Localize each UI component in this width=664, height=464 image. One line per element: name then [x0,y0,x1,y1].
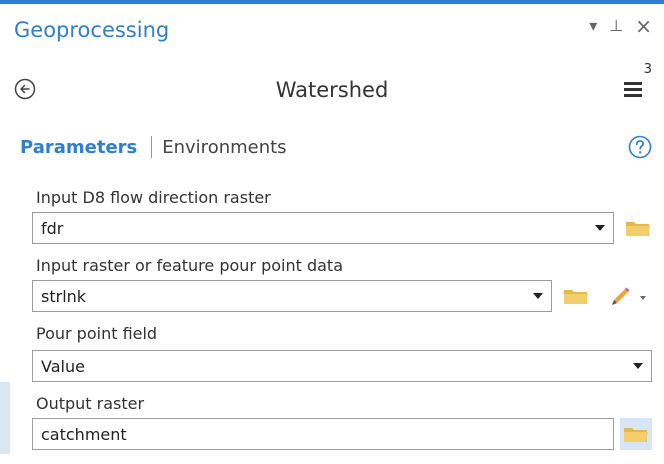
pencil-icon [612,287,630,305]
param-label-output-raster: Output raster [36,394,145,413]
pane-controls: ▾ ⊥ × [589,16,652,36]
chevron-down-icon [533,293,543,299]
pour-point-data-dropdown[interactable]: strlnk [32,280,552,312]
param-label-flow-direction: Input D8 flow direction raster [36,188,271,207]
tab-environments[interactable]: Environments [162,137,286,158]
help-button[interactable] [628,135,652,159]
folder-icon [626,222,650,236]
close-icon[interactable]: × [635,16,652,36]
tab-parameters[interactable]: Parameters [20,137,137,158]
browse-pour-point-button[interactable] [562,283,590,309]
pane-top-accent [0,0,664,4]
pane-title: Geoprocessing [14,18,170,42]
hamburger-menu-icon [624,82,642,97]
output-raster-value: catchment [41,424,127,444]
tab-separator [151,136,153,158]
chevron-down-icon [595,225,605,231]
tool-title: Watershed [275,78,389,102]
flow-direction-value: fdr [41,218,64,238]
param-label-pour-point-data: Input raster or feature pour point data [36,256,343,275]
browse-flow-direction-button[interactable] [624,215,652,241]
pour-point-data-value: strlnk [41,286,87,306]
flow-direction-dropdown[interactable]: fdr [32,212,614,244]
folder-icon [624,428,648,442]
param-label-pour-point-field: Pour point field [36,324,158,343]
pin-icon[interactable]: ⊥ [609,16,623,36]
menu-badge: 3 [643,62,652,77]
tool-tabs: Parameters Environments [20,136,287,158]
active-parameter-indicator [0,382,10,454]
pour-point-field-value: Value [41,356,85,376]
browse-output-raster-button[interactable] [620,418,652,450]
pour-point-field-dropdown[interactable]: Value [32,350,652,382]
folder-icon [564,290,588,304]
help-icon [628,135,652,159]
autohide-dropdown-icon[interactable]: ▾ [589,16,597,36]
caret-down-icon[interactable] [640,296,646,300]
tool-menu-button[interactable]: 3 [616,62,656,102]
output-raster-input[interactable]: catchment [32,418,614,450]
chevron-down-icon [633,363,643,369]
create-features-button[interactable] [608,286,632,308]
